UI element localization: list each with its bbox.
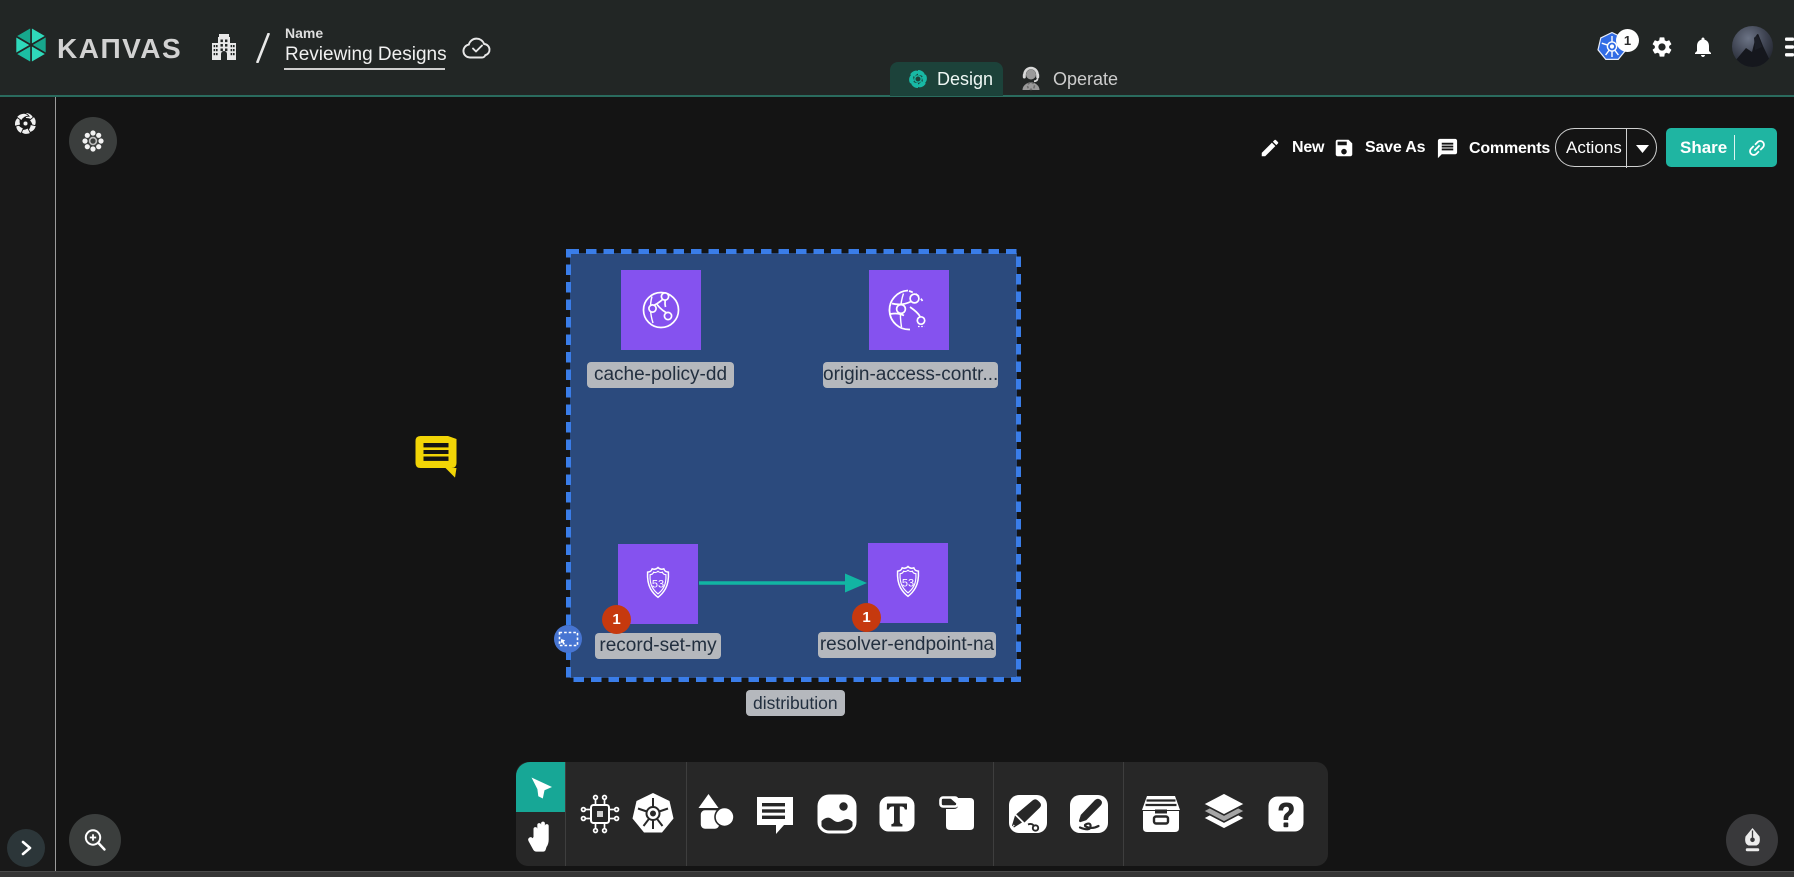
svg-text:53: 53 (902, 578, 914, 590)
svg-text:53: 53 (652, 579, 664, 591)
